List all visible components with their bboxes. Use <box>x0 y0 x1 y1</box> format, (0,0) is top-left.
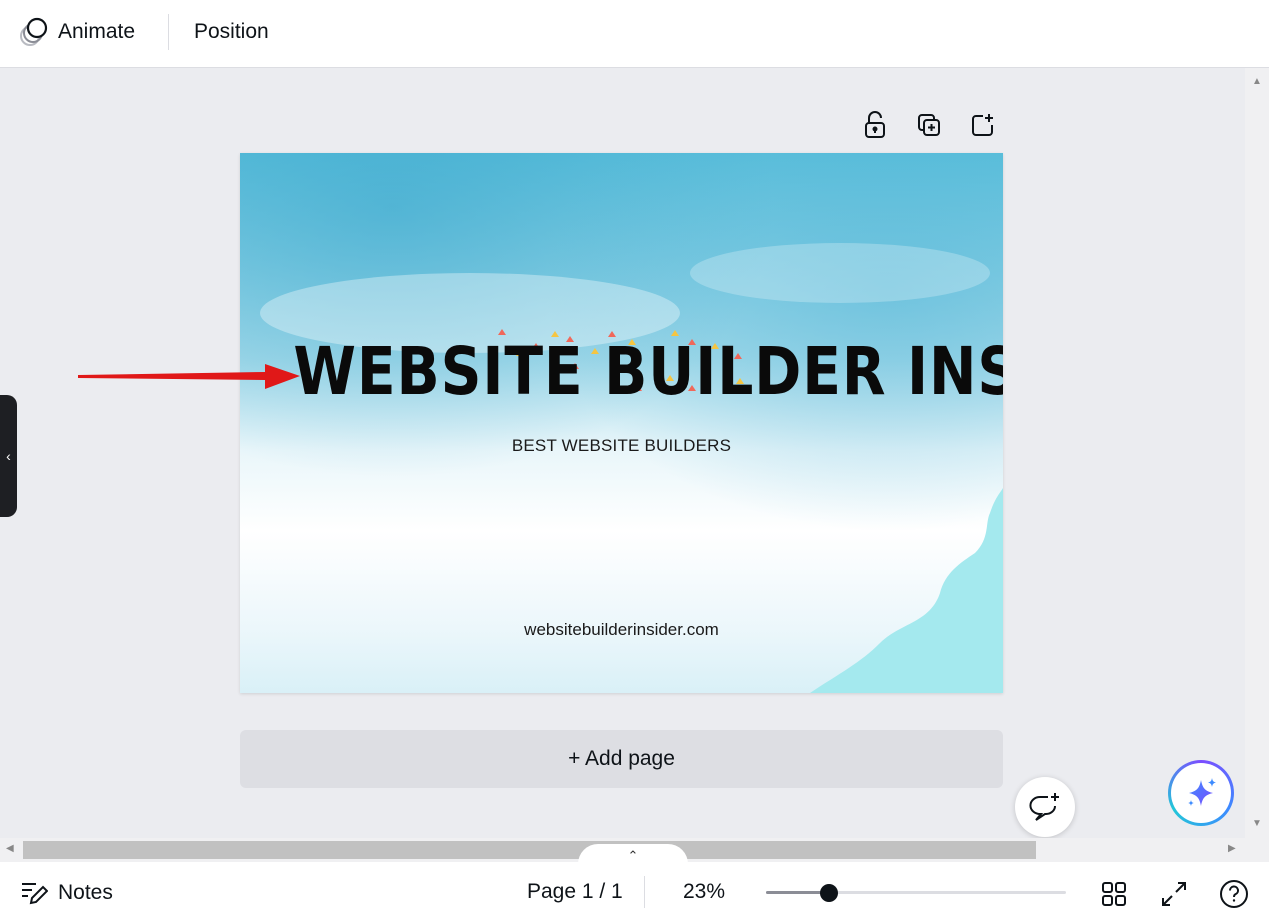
slide-subtitle[interactable]: BEST WEBSITE BUILDERS <box>240 436 1003 456</box>
add-page-icon[interactable] <box>966 108 1000 142</box>
grid-view-icon[interactable] <box>1098 878 1130 910</box>
vertical-scrollbar[interactable]: ▲ ▼ <box>1245 68 1269 838</box>
chevron-left-icon: ‹ <box>6 448 11 464</box>
duplicate-page-icon[interactable] <box>912 108 946 142</box>
design-slide[interactable]: WEBSITE BUILDER INSIDER BEST WEBSITE BUI… <box>240 153 1003 693</box>
top-toolbar: Animate Position <box>0 0 1269 68</box>
scrollbar-corner <box>1245 838 1269 862</box>
zoom-level[interactable]: 23% <box>683 880 725 904</box>
add-page-button[interactable]: + Add page <box>240 730 1003 788</box>
page-indicator[interactable]: Page 1 / 1 <box>527 880 623 904</box>
animate-button[interactable]: Animate <box>18 14 135 50</box>
page-tools <box>858 108 1000 142</box>
toolbar-divider <box>168 14 169 50</box>
magic-assistant-button[interactable] <box>1168 760 1234 826</box>
bottom-bar: Notes Page 1 / 1 23% <box>0 862 1269 923</box>
red-arrow-annotation <box>78 364 300 389</box>
position-button[interactable]: Position <box>194 14 269 50</box>
horizontal-scroll-thumb[interactable] <box>23 841 1036 859</box>
fullscreen-icon[interactable] <box>1158 878 1190 910</box>
bottom-divider <box>644 876 645 908</box>
animate-label: Animate <box>58 20 136 43</box>
notes-label: Notes <box>58 881 113 904</box>
unlock-icon[interactable] <box>858 108 892 142</box>
slide-url[interactable]: websitebuilderinsider.com <box>240 620 1003 640</box>
notes-icon <box>20 880 48 906</box>
scroll-left-icon[interactable]: ◀ <box>6 843 14 854</box>
collapse-panel-tab[interactable]: ‹ <box>0 395 17 517</box>
add-comment-button[interactable] <box>1015 777 1075 837</box>
animate-icon <box>18 16 50 48</box>
zoom-slider-handle[interactable] <box>820 884 838 902</box>
slide-title[interactable]: WEBSITE BUILDER INSIDER <box>293 333 1003 410</box>
position-label: Position <box>194 20 269 43</box>
sparkle-icon <box>1188 778 1216 806</box>
notes-button[interactable]: Notes <box>20 877 113 909</box>
add-comment-icon <box>1029 793 1059 821</box>
help-icon[interactable] <box>1218 878 1250 910</box>
scroll-up-icon[interactable]: ▲ <box>1252 76 1262 87</box>
scroll-right-icon[interactable]: ▶ <box>1228 843 1236 854</box>
confetti-decoration <box>498 329 744 391</box>
scroll-down-icon[interactable]: ▼ <box>1252 818 1262 829</box>
